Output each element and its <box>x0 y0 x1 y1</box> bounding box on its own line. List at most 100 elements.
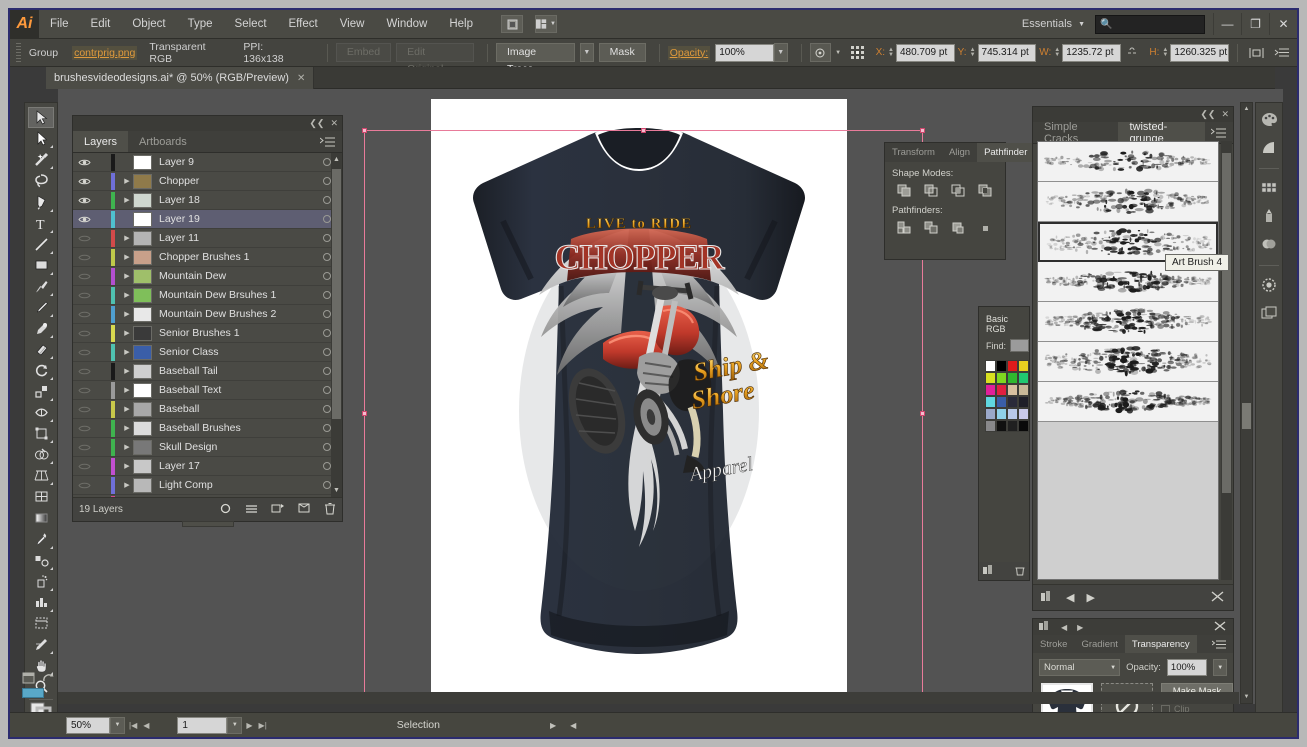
visibility-toggle-icon[interactable] <box>73 196 95 205</box>
blend-mode-select[interactable]: Normal ▼ <box>1039 659 1121 676</box>
menu-type[interactable]: Type <box>177 10 224 39</box>
gradient-tool[interactable] <box>28 507 54 528</box>
mask-button[interactable]: Mask <box>598 43 646 62</box>
layers-collapse-icon[interactable]: ❮❮ <box>309 118 324 129</box>
tab-pathfinder[interactable]: Pathfinder <box>977 143 1035 162</box>
layers-panel-menu-icon[interactable] <box>314 131 342 152</box>
artboard-dropdown[interactable]: ▼ <box>227 716 243 734</box>
merge-icon[interactable] <box>949 219 968 236</box>
color-swatch[interactable] <box>1007 408 1018 420</box>
h-spinner[interactable]: ▲ ▼ <box>1162 47 1168 58</box>
transparency-library-icon[interactable] <box>1039 620 1051 634</box>
color-swatch[interactable] <box>996 408 1007 420</box>
selection-handle[interactable] <box>920 410 925 416</box>
layers-panel-icon[interactable] <box>1258 302 1280 324</box>
expand-layer-icon[interactable]: ▶ <box>121 310 133 318</box>
visibility-toggle-icon[interactable] <box>73 386 95 395</box>
divide-icon[interactable] <box>895 219 914 236</box>
table-row[interactable]: ▶ Baseball <box>73 400 342 419</box>
layer-name-label[interactable]: Baseball Tail <box>159 365 312 377</box>
free-transform-tool[interactable] <box>28 423 54 444</box>
brush-list[interactable] <box>1037 141 1219 580</box>
rotate-tool[interactable] <box>28 360 54 381</box>
expand-layer-icon[interactable]: ▶ <box>121 481 133 489</box>
transparency-panel-icon[interactable] <box>1258 274 1280 296</box>
expand-layer-icon[interactable]: ▶ <box>121 386 133 394</box>
scroll-down-icon[interactable]: ▼ <box>331 484 342 497</box>
color-swatch[interactable] <box>996 360 1007 372</box>
tab-twisted-grunge[interactable]: twisted-grunge <box>1118 121 1205 145</box>
swatch-library-icon[interactable] <box>983 565 995 577</box>
color-swatch[interactable] <box>1007 396 1018 408</box>
selection-handle[interactable] <box>362 410 367 416</box>
opacity-dropdown[interactable]: ▼ <box>773 43 788 62</box>
x-input[interactable]: 480.709 pt <box>895 43 955 62</box>
magic-wand-tool[interactable] <box>28 149 54 170</box>
canvas-vertical-scrollbar[interactable]: ▲ ▼ <box>1240 102 1253 704</box>
table-row[interactable]: ▶ Chopper Brushes 1 <box>73 248 342 267</box>
expand-layer-icon[interactable]: ▶ <box>121 253 133 261</box>
brush-item[interactable] <box>1038 182 1218 222</box>
paintbrush-tool[interactable] <box>28 276 54 297</box>
column-graph-tool[interactable] <box>28 592 54 613</box>
color-swatch[interactable] <box>1018 408 1029 420</box>
color-swatch[interactable] <box>996 384 1007 396</box>
pen-tool[interactable] <box>28 192 54 213</box>
tab-artboards[interactable]: Artboards <box>128 131 198 152</box>
layer-name-label[interactable]: Mountain Dew <box>159 270 312 282</box>
layers-list[interactable]: Layer 9 ▶ Chopper ▶ Layer 18 Layer 19 ▶ Layer 1… <box>73 153 342 497</box>
layer-name-label[interactable]: Skull Design <box>159 441 312 453</box>
color-swatch[interactable] <box>985 384 996 396</box>
lock-proportions-icon[interactable] <box>1121 43 1142 62</box>
selection-tool[interactable] <box>28 107 54 129</box>
embed-button[interactable]: Embed <box>335 43 392 62</box>
eraser-tool[interactable] <box>28 339 54 360</box>
table-row[interactable]: Layer 19 <box>73 210 342 229</box>
layer-name-label[interactable]: Mountain Dew Brsuhes 1 <box>159 289 312 301</box>
color-swatch[interactable] <box>996 372 1007 384</box>
table-row[interactable]: ▶ Baseball Text <box>73 381 342 400</box>
trim-icon[interactable] <box>922 219 941 236</box>
tab-simple-cracks[interactable]: Simple Cracks <box>1033 121 1118 145</box>
artboard-number-input[interactable]: 1 <box>177 716 228 734</box>
expand-layer-icon[interactable]: ▶ <box>121 272 133 280</box>
transparency-prev-icon[interactable]: ◀ <box>1061 623 1067 632</box>
color-swatch[interactable] <box>1007 360 1018 372</box>
perspective-grid-tool[interactable] <box>28 465 54 486</box>
visibility-toggle-icon[interactable] <box>73 443 95 452</box>
x-spinner[interactable]: ▲ ▼ <box>888 47 894 58</box>
table-row[interactable]: ▶ Skull Design <box>73 438 342 457</box>
delete-layer-icon[interactable] <box>324 502 336 518</box>
document-tab[interactable]: brushesvideodesigns.ai* @ 50% (RGB/Previ… <box>46 67 315 89</box>
color-swatch[interactable] <box>985 360 996 372</box>
table-row[interactable]: ▶ Senior Brushes 1 <box>73 324 342 343</box>
table-row[interactable]: ▶ Baseball Brushes <box>73 419 342 438</box>
layer-name-label[interactable]: Light Comp <box>159 479 312 491</box>
table-row[interactable]: ▶ Mountain Dew Brushes 2 <box>73 305 342 324</box>
expand-layer-icon[interactable]: ▶ <box>121 405 133 413</box>
rectangle-tool[interactable] <box>28 255 54 276</box>
expand-layer-icon[interactable]: ▶ <box>121 291 133 299</box>
transparency-next-icon[interactable]: ▶ <box>1077 623 1083 632</box>
color-swatch[interactable] <box>985 396 996 408</box>
opacity-label[interactable]: Opacity: <box>667 45 711 60</box>
fill-color-swatch[interactable] <box>22 688 44 698</box>
brushes-scroll-thumb[interactable] <box>1222 153 1231 493</box>
layer-name-label[interactable]: Mountain Dew Brushes 2 <box>159 308 312 320</box>
selection-handle[interactable] <box>920 128 925 133</box>
w-spinner[interactable]: ▲ ▼ <box>1054 47 1060 58</box>
intersect-icon[interactable] <box>949 182 968 199</box>
brush-item[interactable] <box>1038 382 1218 422</box>
scroll-down-icon[interactable]: ▼ <box>1241 691 1252 703</box>
exclude-icon[interactable] <box>976 182 995 199</box>
table-row[interactable]: ▶ Layer 17 <box>73 457 342 476</box>
artboard-nav-last[interactable]: ▶ ▶| <box>246 721 266 730</box>
visibility-toggle-icon[interactable] <box>73 272 95 281</box>
color-swatch[interactable] <box>985 408 996 420</box>
expand-layer-icon[interactable]: ▶ <box>121 196 133 204</box>
scroll-up-icon[interactable]: ▲ <box>1241 103 1252 115</box>
transparency-opacity-input[interactable]: 100% <box>1166 659 1208 676</box>
color-swatch[interactable] <box>1018 360 1029 372</box>
layer-name-label[interactable]: Senior Brushes 1 <box>159 327 312 339</box>
visibility-toggle-icon[interactable] <box>73 215 95 224</box>
